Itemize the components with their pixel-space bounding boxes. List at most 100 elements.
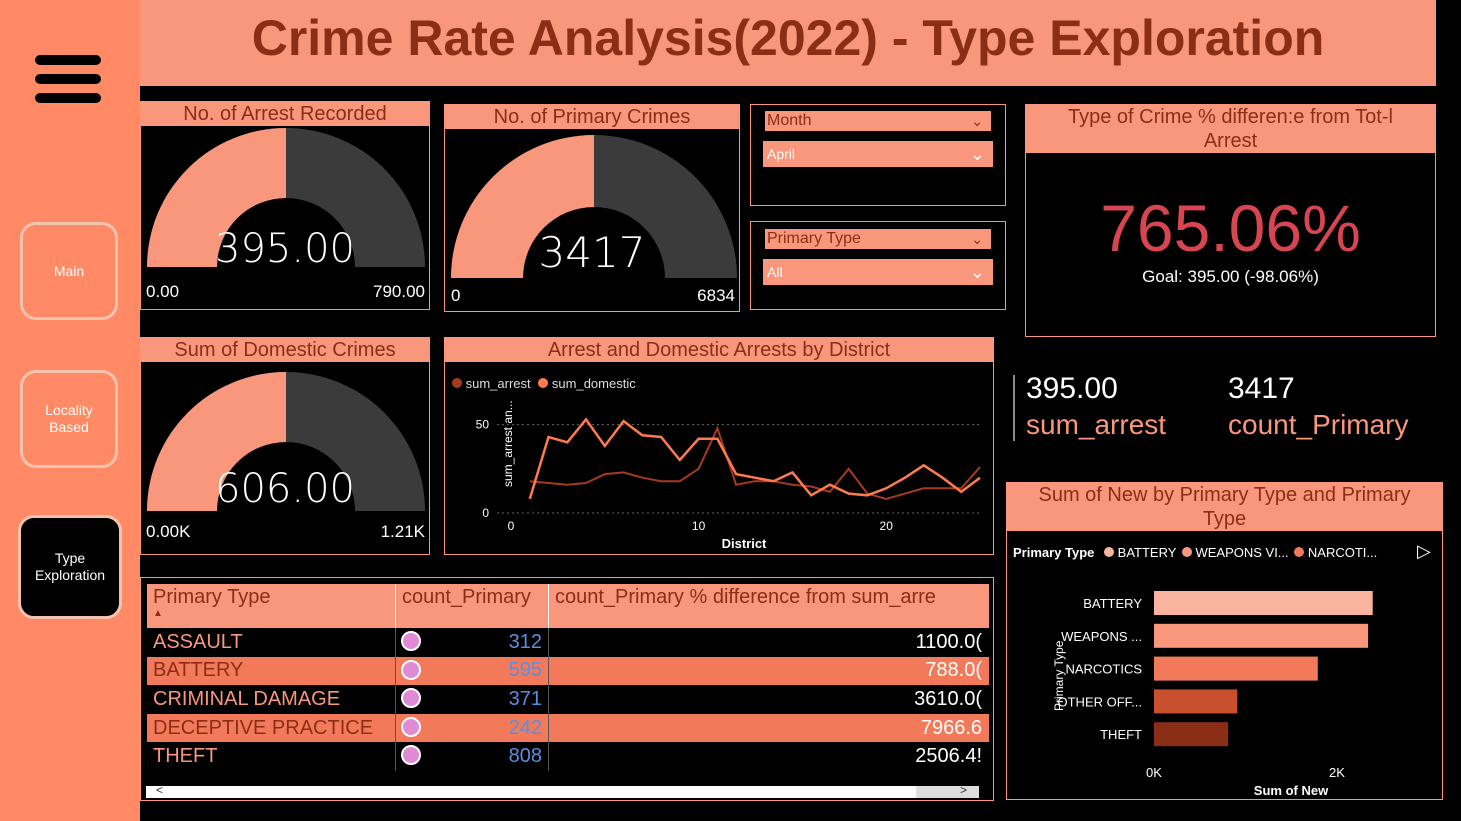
bar-chart-xlabel: Sum of New <box>1254 783 1329 798</box>
nav-locality-button[interactable]: Locality Based <box>20 370 118 468</box>
bar-chart-bar <box>1154 623 1369 648</box>
table-row[interactable]: ASSAULT 312 1100.0( <box>147 628 989 657</box>
bar-legend-swatch-1 <box>1181 547 1192 557</box>
header-count-primary[interactable]: count_Primary <box>395 584 549 628</box>
cell-pct-diff: 1100.0( <box>915 630 982 653</box>
table-panel[interactable]: Primary Type ▲ count_Primary count_Prima… <box>140 577 994 801</box>
ptype-slicer-header[interactable]: Primary Type ⌄ <box>765 229 991 249</box>
line-chart-xtick: 20 <box>880 519 894 533</box>
card-primary-label: count_Primary <box>1228 409 1409 440</box>
nav-main-label: Main <box>53 262 85 279</box>
month-dropdown-value: April <box>767 146 796 162</box>
ptype-slicer-label: Primary Type <box>767 230 861 247</box>
gauge-domestic-max: 1.21K <box>380 522 425 541</box>
ptype-slicer-panel: Primary Type ⌄ All ⌄ <box>750 221 1006 310</box>
cell-count: 595 <box>395 656 549 686</box>
chevron-down-icon: ⌄ <box>969 144 985 164</box>
ptype-dropdown-value: All <box>767 264 783 280</box>
bar-chart-title: Sum of New by Primary Type and Primary T… <box>1007 483 1442 531</box>
status-circle-icon <box>401 659 421 680</box>
line-chart-xtick: 10 <box>692 519 706 533</box>
bar-chart-panel[interactable]: Sum of New by Primary Type and Primary T… <box>1006 482 1443 800</box>
gauge-primary-value: 3417 <box>538 228 646 277</box>
card-primary-value: 3417 <box>1228 372 1295 405</box>
gauge-arrest-panel[interactable]: No. of Arrest Recorded 395.00 0.00 790.0… <box>140 101 430 310</box>
cell-count: 371 <box>395 685 549 714</box>
bar-chart-legend: Primary Type BATTERY WEAPONS VI... NARCO… <box>1013 545 1377 560</box>
month-slicer-label: Month <box>767 112 812 129</box>
month-slicer-panel: Month ⌄ April ⌄ <box>750 104 1006 206</box>
cell-count-value: 808 <box>508 745 542 768</box>
bar-legend-swatch-0 <box>1104 547 1115 557</box>
legend-next-icon[interactable]: ▷ <box>1417 541 1431 562</box>
gauge-domestic-value: 606.00 <box>215 466 355 512</box>
cell-primary-type: CRIMINAL DAMAGE <box>147 685 396 714</box>
status-circle-icon <box>401 688 421 709</box>
gauge-domestic-panel[interactable]: Sum of Domestic Crimes 606.00 0.00K 1.21… <box>140 337 430 555</box>
line-chart-ytick: 0 <box>482 506 489 520</box>
gauge-primary-max: 6834 <box>697 286 735 305</box>
header-pct-diff[interactable]: count_Primary % difference from sum_arre <box>549 584 990 628</box>
bar-chart-category-label: BATTERY <box>1083 596 1142 611</box>
line-chart-panel[interactable]: Arrest and Domestic Arrests by District … <box>444 337 994 555</box>
cell-primary-type: ASSAULT <box>147 628 396 657</box>
table-row[interactable]: THEFT 808 2506.4! <box>147 742 989 771</box>
kpi-panel[interactable]: Type of Crime % differen:e from Tot-l Ar… <box>1025 104 1436 337</box>
cell-count: 808 <box>395 742 549 771</box>
cell-count-value: 242 <box>508 716 542 739</box>
cell-count-value: 371 <box>508 687 542 710</box>
bar-chart-xtick: 2K <box>1329 765 1345 780</box>
bar-chart-bar <box>1154 689 1238 714</box>
gauge-primary-title: No. of Primary Crimes <box>445 105 739 129</box>
header-primary-type[interactable]: Primary Type ▲ <box>147 584 396 628</box>
chevron-down-icon: ⌄ <box>971 113 983 129</box>
scrollbar-thumb[interactable] <box>146 786 916 798</box>
table-row[interactable]: CRIMINAL DAMAGE 371 3610.0( <box>147 685 989 714</box>
gauge-primary-svg <box>451 135 737 278</box>
line-series-sum_domestic <box>528 417 981 500</box>
line-series-sum_arrest <box>529 425 981 500</box>
gauge-arrest-value: 395.00 <box>215 226 355 272</box>
line-chart-title: Arrest and Domestic Arrests by District <box>445 338 993 362</box>
status-circle-icon <box>401 631 421 651</box>
month-dropdown[interactable]: April ⌄ <box>763 141 993 167</box>
cell-pct-diff: 7966.6 <box>920 716 982 739</box>
bar-chart-category-label: NARCOTICS <box>1065 662 1142 677</box>
gauge-domestic-min: 0.00K <box>146 522 191 541</box>
menu-icon[interactable] <box>35 55 101 105</box>
bar-chart-xtick: 0K <box>1146 765 1162 780</box>
gauge-arrest-title: No. of Arrest Recorded <box>141 102 429 126</box>
table-row[interactable]: DECEPTIVE PRACTICE 242 7966.6 <box>147 713 989 743</box>
ptype-dropdown[interactable]: All ⌄ <box>763 259 993 285</box>
month-slicer-header[interactable]: Month ⌄ <box>765 111 991 131</box>
bar-legend-swatch-2 <box>1294 547 1305 557</box>
header-primary-type-label: Primary Type <box>153 586 271 608</box>
horizontal-scrollbar[interactable]: < > <box>146 783 979 798</box>
status-circle-icon <box>401 745 421 766</box>
nav-type-label: Type Exploration <box>34 550 106 583</box>
nav-main-button[interactable]: Main <box>20 222 118 320</box>
cell-count: 312 <box>395 628 549 657</box>
nav-locality-label: Locality Based <box>45 402 93 435</box>
cell-pct-diff: 788.0( <box>925 659 982 682</box>
sidebar: Main Locality Based Type Exploration <box>0 0 140 821</box>
table-row[interactable]: BATTERY 595 788.0( <box>147 656 989 686</box>
cell-count: 242 <box>395 713 549 743</box>
chevron-down-icon: ⌄ <box>969 262 985 282</box>
nav-type-exploration-button[interactable]: Type Exploration <box>18 515 122 619</box>
gauge-primary-panel[interactable]: No. of Primary Crimes 3417 0 6834 <box>444 104 740 312</box>
cell-primary-type: DECEPTIVE PRACTICE <box>147 713 396 743</box>
gauge-primary-min: 0 <box>451 286 461 305</box>
cell-pct-diff: 2506.4! <box>915 745 982 768</box>
scroll-right-icon[interactable]: > <box>960 783 967 797</box>
card-divider <box>1013 375 1015 441</box>
bar-chart-bar <box>1154 722 1229 747</box>
line-chart-xlabel: District <box>722 536 767 551</box>
bar-legend-label-2: NARCOTI... <box>1307 545 1378 560</box>
kpi-value: 765.06% <box>1100 191 1361 265</box>
bar-chart-category-label: OTHER OFF... <box>1058 694 1143 709</box>
cell-primary-type: THEFT <box>147 742 396 771</box>
cell-count-value: 312 <box>508 630 542 653</box>
line-chart-ytick: 50 <box>476 418 490 432</box>
scroll-left-icon[interactable]: < <box>156 783 163 797</box>
